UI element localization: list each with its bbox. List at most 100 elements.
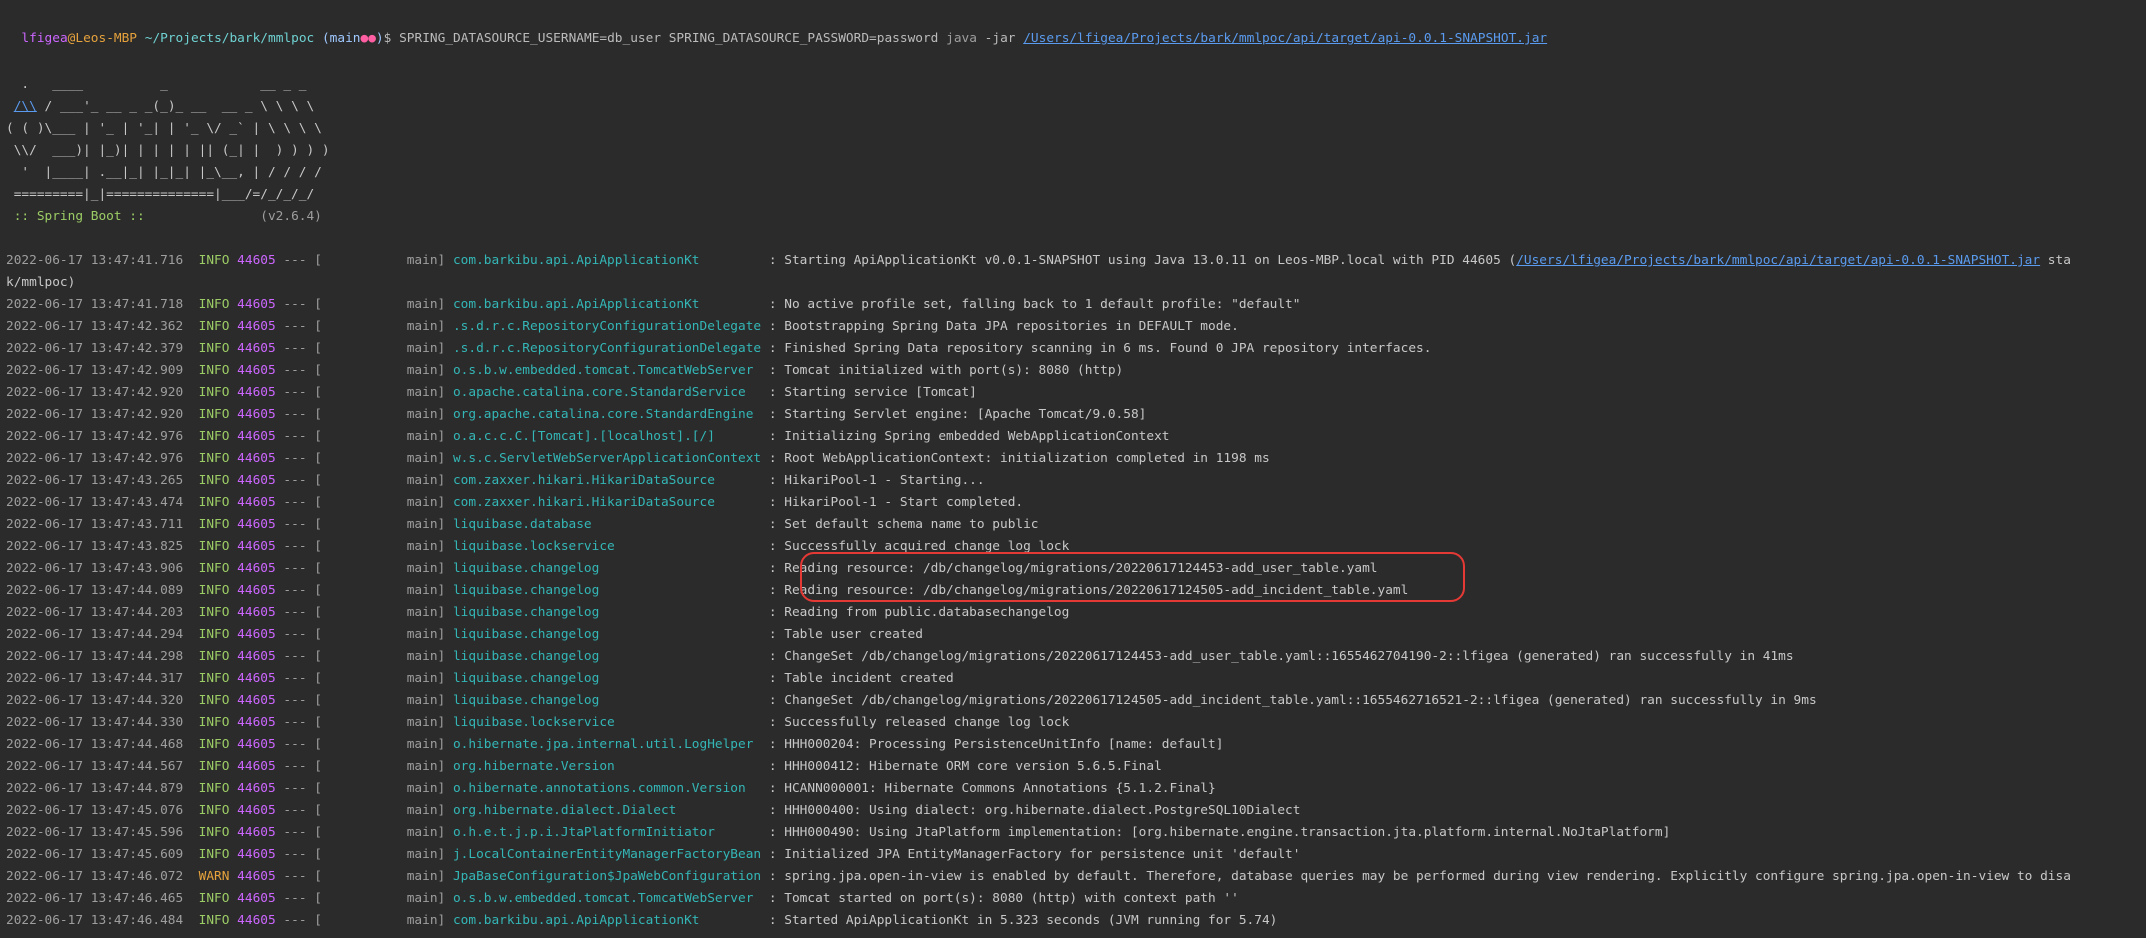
log-timestamp: 2022-06-17 13:47:44.330: [6, 715, 184, 730]
banner-line-2-link[interactable]: /\\: [14, 99, 37, 114]
log-jar-link[interactable]: /Users/lfigea/Projects/bark/mmlpoc/api/t…: [1516, 253, 2040, 268]
log-level: INFO: [198, 781, 230, 796]
log-level: INFO: [198, 825, 230, 840]
banner-line-2-rest: / ___'_ __ _ _(_)_ __ __ _ \ \ \ \: [36, 99, 315, 114]
log-pid: 44605: [237, 737, 276, 752]
log-message: : Starting Servlet engine: [Apache Tomca…: [768, 407, 1147, 422]
log-logger: .s.d.r.c.RepositoryConfigurationDelegate: [452, 319, 762, 334]
log-separator: --- [: [283, 495, 322, 510]
log-line: 2022-06-17 13:47:45.609 INFO 44605 --- […: [6, 844, 1300, 866]
log-separator: --- [: [283, 473, 322, 488]
log-logger: liquibase.changelog: [452, 627, 762, 642]
log-timestamp: 2022-06-17 13:47:44.089: [6, 583, 184, 598]
log-level: INFO: [198, 319, 230, 334]
log-pid: 44605: [237, 583, 276, 598]
log-logger: com.barkibu.api.ApiApplicationKt: [452, 253, 762, 268]
log-pid: 44605: [237, 869, 276, 884]
log-message: : Successfully released change log lock: [768, 715, 1070, 730]
spring-boot-version: (v2.6.4): [152, 209, 322, 224]
command-jar-link[interactable]: /Users/lfigea/Projects/bark/mmlpoc/api/t…: [1023, 31, 1547, 46]
banner-line-5: ' |____| .__|_| |_|_| |_\__, | / / / /: [6, 165, 322, 180]
log-message: : Tomcat started on port(s): 8080 (http)…: [768, 891, 1239, 906]
log-logger: com.barkibu.api.ApiApplicationKt: [452, 913, 762, 928]
log-message: : Starting ApiApplicationKt v0.0.1-SNAPS…: [768, 253, 1517, 268]
log-logger: com.barkibu.api.ApiApplicationKt: [452, 297, 762, 312]
log-separator: --- [: [283, 385, 322, 400]
log-pid: 44605: [237, 473, 276, 488]
log-message: : Finished Spring Data repository scanni…: [768, 341, 1432, 356]
log-pid: 44605: [237, 253, 276, 268]
log-line: 2022-06-17 13:47:43.711 INFO 44605 --- […: [6, 514, 1039, 536]
log-thread: main]: [321, 671, 446, 686]
log-level: INFO: [198, 473, 230, 488]
spring-boot-label: :: Spring Boot ::: [6, 209, 153, 224]
log-level: INFO: [198, 341, 230, 356]
log-message: : HHH000204: Processing PersistenceUnitI…: [768, 737, 1224, 752]
log-logger: liquibase.lockservice: [452, 539, 762, 554]
log-logger: liquibase.changelog: [452, 671, 762, 686]
log-timestamp: 2022-06-17 13:47:42.909: [6, 363, 184, 378]
log-message: : Initializing Spring embedded WebApplic…: [768, 429, 1170, 444]
log-message: : HHH000400: Using dialect: org.hibernat…: [768, 803, 1301, 818]
log-timestamp: 2022-06-17 13:47:42.920: [6, 407, 184, 422]
log-line: 2022-06-17 13:47:44.203 INFO 44605 --- […: [6, 602, 1069, 624]
log-logger: org.hibernate.dialect.Dialect: [452, 803, 762, 818]
log-message: : Table user created: [768, 627, 923, 642]
log-separator: --- [: [283, 451, 322, 466]
log-thread: main]: [321, 759, 446, 774]
log-thread: main]: [321, 803, 446, 818]
log-thread: main]: [321, 561, 446, 576]
log-pid: 44605: [237, 847, 276, 862]
log-level: INFO: [198, 583, 230, 598]
log-thread: main]: [321, 473, 446, 488]
log-level: INFO: [198, 407, 230, 422]
log-separator: --- [: [283, 627, 322, 642]
log-thread: main]: [321, 781, 446, 796]
log-logger: w.s.c.ServletWebServerApplicationContext: [452, 451, 762, 466]
log-timestamp: 2022-06-17 13:47:41.718: [6, 297, 184, 312]
log-logger: o.a.c.c.C.[Tomcat].[localhost].[/]: [452, 429, 762, 444]
log-message: : Set default schema name to public: [768, 517, 1039, 532]
log-line: 2022-06-17 13:47:45.596 INFO 44605 --- […: [6, 822, 1670, 844]
command-args: -jar: [984, 31, 1016, 46]
log-line: 2022-06-17 13:47:44.468 INFO 44605 --- […: [6, 734, 1223, 756]
log-separator: --- [: [283, 407, 322, 422]
log-separator: --- [: [283, 517, 322, 532]
log-timestamp: 2022-06-17 13:47:45.596: [6, 825, 184, 840]
log-message: : Started ApiApplicationKt in 5.323 seco…: [768, 913, 1278, 928]
log-separator: --- [: [283, 583, 322, 598]
log-level: INFO: [198, 847, 230, 862]
log-level: WARN: [198, 869, 230, 884]
log-thread: main]: [321, 297, 446, 312]
log-timestamp: 2022-06-17 13:47:44.320: [6, 693, 184, 708]
highlight-annotation: [800, 552, 1465, 602]
log-timestamp: 2022-06-17 13:47:45.076: [6, 803, 184, 818]
log-thread: main]: [321, 627, 446, 642]
prompt-branch: main: [329, 31, 361, 46]
log-timestamp: 2022-06-17 13:47:43.906: [6, 561, 184, 576]
log-separator: --- [: [283, 341, 322, 356]
log-pid: 44605: [237, 363, 276, 378]
log-line: 2022-06-17 13:47:44.320 INFO 44605 --- […: [6, 690, 1817, 712]
log-line: 2022-06-17 13:47:42.920 INFO 44605 --- […: [6, 382, 977, 404]
log-pid: 44605: [237, 407, 276, 422]
log-level: INFO: [198, 363, 230, 378]
log-logger: j.LocalContainerEntityManagerFactoryBean: [452, 847, 762, 862]
log-separator: --- [: [283, 539, 322, 554]
prompt-host: Leos-MBP: [75, 31, 138, 46]
log-line: 2022-06-17 13:47:44.330 INFO 44605 --- […: [6, 712, 1069, 734]
log-timestamp: 2022-06-17 13:47:44.298: [6, 649, 184, 664]
log-timestamp: 2022-06-17 13:47:44.294: [6, 627, 184, 642]
log-pid: 44605: [237, 671, 276, 686]
log-thread: main]: [321, 847, 446, 862]
log-thread: main]: [321, 495, 446, 510]
prompt-branch-open: (: [321, 31, 330, 46]
log-level: INFO: [198, 671, 230, 686]
log-message: : HHH000412: Hibernate ORM core version …: [768, 759, 1162, 774]
log-thread: main]: [321, 583, 446, 598]
log-logger: liquibase.changelog: [452, 693, 762, 708]
log-line: 2022-06-17 13:47:42.362 INFO 44605 --- […: [6, 316, 1239, 338]
log-separator: --- [: [283, 847, 322, 862]
log-thread: main]: [321, 913, 446, 928]
log-logger: o.hibernate.jpa.internal.util.LogHelper: [452, 737, 762, 752]
